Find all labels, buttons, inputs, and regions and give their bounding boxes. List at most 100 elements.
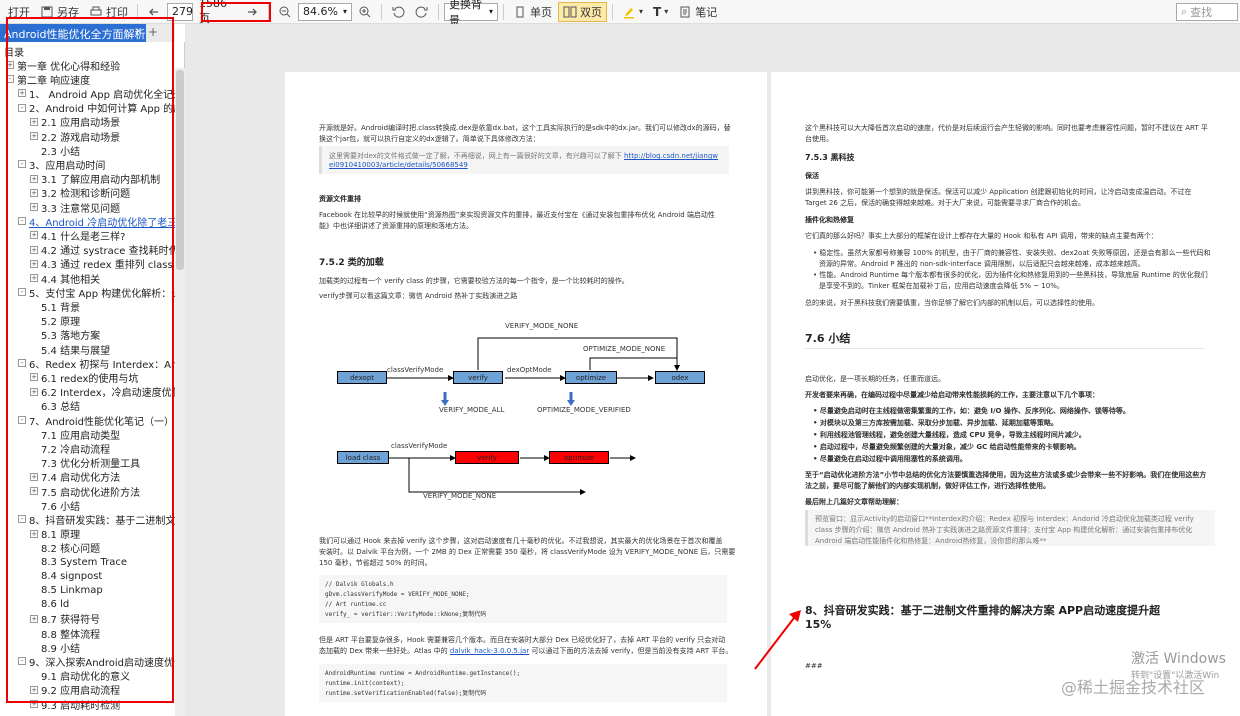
- optimize-box: optimize: [565, 371, 617, 384]
- paragraph: 加载类的过程有一个 verify class 的步骤，它需要校验方法的每一个指令…: [319, 277, 629, 285]
- hook-diagram: [389, 455, 636, 495]
- diagram-label: VERIFY_MODE_ALL: [439, 406, 505, 414]
- right-page: 这个黑科技可以大大降低首次启动的速度，代价是对后续运行会产生轻微的影响。同时也要…: [771, 72, 1240, 716]
- paragraph: ###: [805, 662, 823, 670]
- paragraph: 启动优化，是一项长期的任务，任重而道远。: [805, 375, 945, 383]
- bullet-item: 资源的异常。Android P 推出的 non-sdk-interface 调用…: [819, 260, 1145, 268]
- heading: 7.5.3 黑科技: [805, 153, 855, 162]
- diagram-label: classVerifyMode: [391, 442, 448, 450]
- divider: [381, 3, 382, 20]
- search-input[interactable]: ⌕ 查找: [1176, 2, 1238, 21]
- double-page-icon: [563, 6, 577, 17]
- chevron-down-icon: ▾: [488, 7, 493, 16]
- zoom-out-icon: [279, 6, 291, 17]
- rotate-right-button[interactable]: [411, 2, 433, 22]
- document-viewport: 开源就是好。Android编译时把.class转换成.dex是依靠dx.bat，…: [185, 24, 1240, 716]
- paragraph: 讲到黑科技，你可能第一个想到的就是保活。保活可以减少 Application 创…: [805, 188, 1192, 196]
- paragraph: 总的来说，对于黑科技我们需要慎重，当你足够了解它们内部的机制以后，可以选择性的使…: [805, 299, 1099, 307]
- chevron-down-icon: ▾: [664, 7, 669, 16]
- bullet-item: • 尽量避免启动时在主线程做密集繁重的工作，如：避免 I/O 操作、反序列化、网…: [813, 407, 1130, 415]
- left-page: 开源就是好。Android编译时把.class转换成.dex是依靠dx.bat，…: [285, 72, 767, 716]
- sidebar-scrollbar[interactable]: [175, 68, 185, 716]
- paragraph: verify步骤可以看这篇文章：微信 Android 热补丁实践演进之路: [319, 292, 518, 300]
- dexopt-box: dexopt: [337, 371, 387, 384]
- note-icon: [680, 6, 690, 17]
- quote-text: class 步骤的介绍：微信 Android 热补丁实践演进之路资源文件重排：支…: [815, 526, 1193, 534]
- paragraph: Facebook 在比较早的时候就使用“资源热图”来实现资源文件的重排，最近支付…: [319, 211, 715, 219]
- code-block: // Dalvik Globals.h gDvm.classVerifyMode …: [319, 575, 727, 623]
- zoom-out-button[interactable]: [274, 2, 296, 22]
- juejin-watermark: @稀土掘金技术社区: [1061, 678, 1206, 697]
- zoom-in-icon: [359, 6, 371, 17]
- text-icon: T: [653, 4, 662, 19]
- paragraph: 台使用。: [805, 135, 833, 143]
- quote-link[interactable]: ei0910410003/article/details/50668549: [329, 161, 468, 169]
- verify-box-red: verify: [455, 451, 519, 464]
- paragraph: 开发者要来再确，在编码过程中尽量减少给启动带来性能损耗的工作，主要注意以下几个事…: [805, 391, 1099, 399]
- highlighter-icon: [624, 7, 634, 18]
- zoom-select[interactable]: 84.6% ▾: [298, 2, 352, 21]
- quote-text: 预览窗口：显示Activity的启动窗口**Interdex的介绍：Redex …: [815, 515, 1194, 523]
- code-block: AndroidRuntime runtime = AndroidRuntime.…: [319, 664, 727, 702]
- paragraph: 安装时。以 Dalvik 平台为例，一个 2MB 的 Dex 正常需要 350 …: [319, 548, 736, 556]
- paragraph: 至于“启动优化进阶方法”小节中总结的优化方法要慎重选择使用，因为这些方法或多或少…: [805, 471, 1207, 479]
- arrow-line: [754, 613, 798, 670]
- search-icon: ⌕: [1181, 4, 1188, 18]
- paragraph: 能》中也详细讲述了资源重排的原理和落地方法。: [319, 222, 473, 230]
- arrow-head: [789, 610, 801, 622]
- rotate-right-icon: [415, 6, 428, 18]
- heading: 7.6 小结: [805, 332, 851, 345]
- background-select[interactable]: 更换背景 ▾: [444, 0, 498, 27]
- divider: [805, 348, 1205, 349]
- quote-text: 这里需要对dex的文件格式做一定了解，不再细说，网上有一篇很好的文章，有兴趣可以…: [329, 152, 719, 160]
- highlight-box: [201, 2, 271, 22]
- single-page-button[interactable]: 单页: [509, 2, 556, 22]
- quote-text: Android 端启动性能插件化和热修复：Android热修复，没你想的那么难*…: [815, 537, 1047, 545]
- notes-button[interactable]: 笔记: [674, 2, 721, 22]
- heading: 8、抖音研发实践：基于二进制文件重排的解决方案 APP启动速度提升超: [805, 604, 1161, 617]
- zoom-in-button[interactable]: [354, 2, 376, 22]
- bullet-item: • 性能。Android Runtime 每个版本都有很多的优化，因为插件化和热…: [813, 271, 1208, 279]
- paragraph: 它们真的那么好吗？事实上大部分的框架在设计上都存在大量的 Hook 和私有 AP…: [805, 232, 1158, 240]
- paragraph: 150 毫秒，节省超过 50% 的时间。: [319, 559, 432, 567]
- load-class-box: load class: [337, 451, 389, 464]
- heading: 插件化和热修复: [805, 216, 854, 224]
- paragraph: 最后附上几篇好文章帮助理解：: [805, 498, 903, 506]
- paragraph: 法之前，要尽可能了解他们的内部实现机制，做好评估工作，进行选择性使用。: [805, 482, 1050, 490]
- bullet-item: 是享受不到的。Tinker 框架在加载补丁后，应用启动速度会降低 5% ~ 10…: [819, 282, 1064, 290]
- paragraph: 换这个jar包，就可以执行自定义的dx逻辑了。简单说下具体修改方法：: [319, 135, 540, 143]
- paragraph: 开源就是好。Android编译时把.class转换成.dex是依靠dx.bat，…: [319, 124, 731, 132]
- bullet-item: • 启动过程中，尽量避免频繁创建的大量对象，减少 GC 给启动性能带来的卡顿影响…: [813, 443, 1081, 451]
- highlight-box: [6, 17, 174, 703]
- rotate-left-button[interactable]: [387, 2, 409, 22]
- diagram-label: dexOptMode: [507, 366, 552, 374]
- bullet-item: • 利用线程池管理线程，避免创建大量线程，造成 CPU 竞争，导致主线程时间片减…: [813, 431, 1086, 439]
- highlight-button[interactable]: ▾: [618, 2, 647, 22]
- scroll-thumb[interactable]: [176, 70, 184, 270]
- single-page-icon: [516, 6, 524, 17]
- bullet-item: • 稳定性。虽然大家都号称兼容 100% 的机型，由于厂商的兼容性、安装失败、d…: [813, 249, 1211, 257]
- paragraph: 但是 ART 平台要复杂很多，Hook 需要兼容几个版本。而且在安装时大部分 D…: [319, 636, 726, 644]
- red-arrow-annotation: [754, 610, 801, 670]
- bullet-item: • 尽量避免在启动过程中调用阻塞性的系统调用。: [813, 455, 967, 463]
- activate-windows-watermark: 激活 Windows: [1131, 651, 1226, 667]
- arrow: [589, 357, 677, 370]
- chevron-down-icon: ▾: [639, 7, 644, 16]
- odex-box: odex: [655, 371, 705, 384]
- chevron-down-icon: ▾: [342, 7, 347, 16]
- divider: [612, 3, 613, 20]
- toolbar: 打开 另存 打印 279 1586页 84.6% ▾ 更换背景 ▾ 单页 双页 ▾ …: [0, 0, 1240, 27]
- heading: 15%: [805, 618, 832, 631]
- diagram-label: OPTIMIZE_MODE_NONE: [583, 345, 666, 353]
- optimize-box-red: optimize: [549, 451, 609, 464]
- heading: 资源文件重排: [319, 195, 361, 203]
- diagram-label: OPTIMIZE_MODE_VERIFIED: [537, 406, 631, 414]
- bullet-item: • 对模块以及第三方库按需加载、采取分步加载、异步加载、延期加载等策略。: [813, 419, 1058, 427]
- paragraph: 这个黑科技可以大大降低首次启动的速度，代价是对后续运行会产生轻微的影响。同时也要…: [805, 124, 1208, 132]
- paragraph: Target 26 之后，保活的确变得越来越难。对于大厂来说，可能需要寻求厂商合…: [805, 199, 1086, 207]
- paragraph: 态加载的 Dex 带来一些好处。Atlas 中的 dalvik_hack-3.0…: [319, 647, 733, 655]
- rotate-left-icon: [392, 6, 405, 18]
- heading: 7.5.2 类的加载: [319, 258, 384, 268]
- double-page-button[interactable]: 双页: [558, 1, 607, 22]
- text-color-button[interactable]: T ▾: [649, 2, 672, 22]
